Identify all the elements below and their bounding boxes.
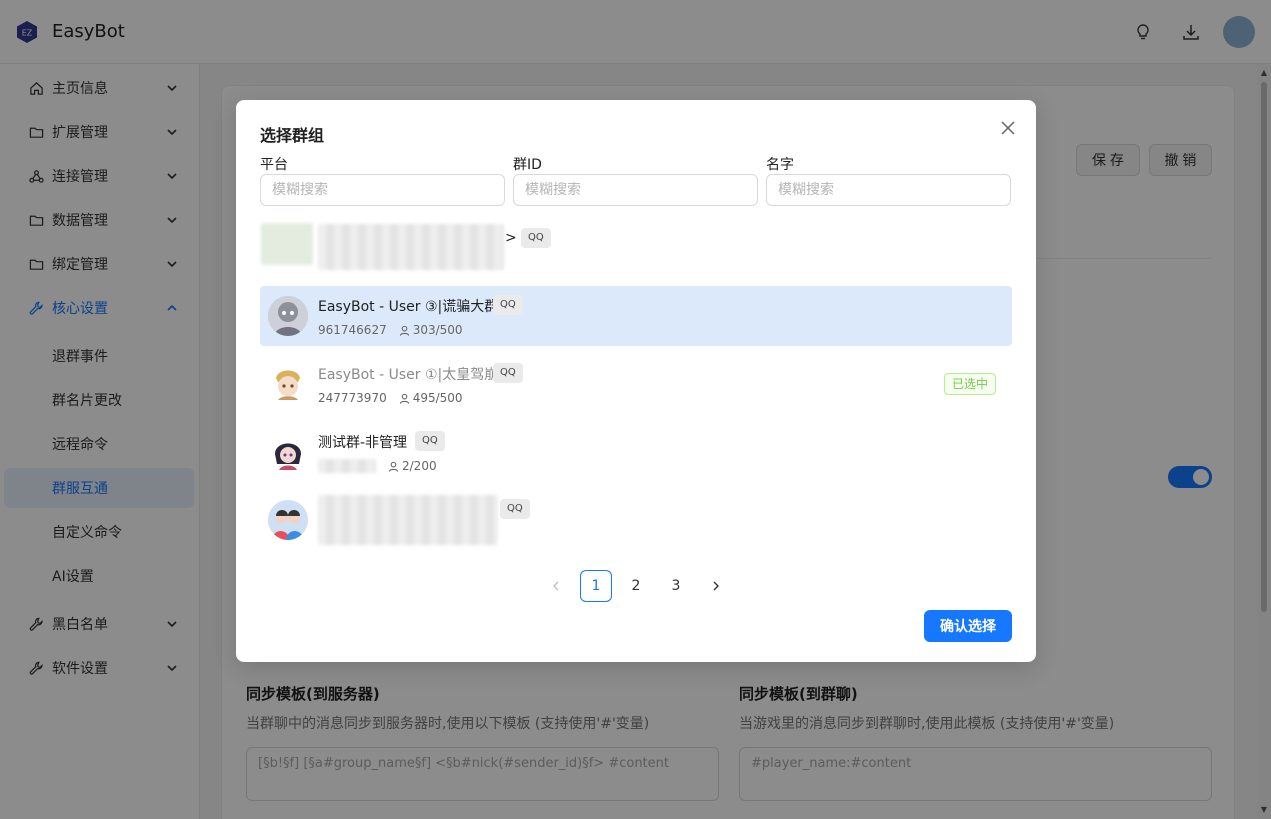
group-meta: 247773970 495/500 [318, 391, 463, 405]
member-count: 495/500 [412, 391, 463, 405]
pagination-page-1[interactable]: 1 [580, 570, 612, 602]
user-icon [388, 461, 399, 472]
blurred-group-name [318, 224, 504, 270]
group-id: 247773970 [318, 391, 387, 405]
group-row[interactable]: > QQ [260, 218, 1012, 278]
group-avatar [261, 223, 313, 265]
platform-tag: QQ [493, 295, 523, 315]
group-name: EasyBot - User ①|太皇驾崩 [318, 367, 499, 383]
filter-platform-label: 平台 [260, 157, 288, 173]
filter-name-label: 名字 [766, 157, 794, 173]
filter-group-id-label: 群ID [513, 157, 542, 173]
pagination-next-icon[interactable] [700, 570, 732, 602]
group-id: 961746627 [318, 323, 387, 337]
blurred-group-name [318, 495, 498, 545]
group-avatar [268, 364, 308, 404]
platform-tag: QQ [415, 431, 445, 451]
member-count: 303/500 [412, 323, 463, 337]
blurred-group-id [318, 459, 376, 473]
selected-badge: 已选中 [944, 373, 997, 395]
group-avatar [268, 500, 308, 540]
group-name: > [505, 230, 517, 246]
group-row[interactable]: EasyBot - User ①|太皇驾崩 QQ 247773970 495/5… [260, 354, 1012, 414]
group-name: EasyBot - User ③|谎骗大群 [318, 299, 499, 315]
pagination-page-3[interactable]: 3 [660, 570, 692, 602]
platform-tag: QQ [500, 499, 530, 519]
modal-title: 选择群组 [260, 126, 325, 145]
group-meta: 961746627 303/500 [318, 323, 463, 337]
group-row[interactable]: QQ [260, 490, 1012, 550]
select-group-modal: 选择群组 平台 群ID 名字 > QQ EasyBot - User ③|谎骗大… [236, 100, 1036, 662]
group-name: 测试群-非管理 [318, 435, 408, 451]
platform-tag: QQ [493, 363, 523, 383]
confirm-selection-button[interactable]: 确认选择 [924, 610, 1012, 642]
group-row[interactable]: EasyBot - User ③|谎骗大群 QQ 961746627 303/5… [260, 286, 1012, 346]
user-icon [399, 325, 410, 336]
close-icon[interactable] [998, 118, 1018, 138]
member-count: 2/200 [402, 459, 437, 473]
pagination-page-2[interactable]: 2 [620, 570, 652, 602]
filter-group-id-input[interactable] [513, 174, 758, 206]
group-avatar [268, 296, 308, 336]
pagination-prev-icon[interactable] [540, 570, 572, 602]
user-icon [399, 393, 410, 404]
group-row[interactable]: 测试群-非管理 QQ 2/200 [260, 422, 1012, 482]
group-avatar [268, 432, 308, 472]
group-meta: 2/200 [318, 459, 437, 473]
filter-name-input[interactable] [766, 174, 1011, 206]
platform-tag: QQ [521, 228, 551, 248]
filter-platform-input[interactable] [260, 174, 505, 206]
